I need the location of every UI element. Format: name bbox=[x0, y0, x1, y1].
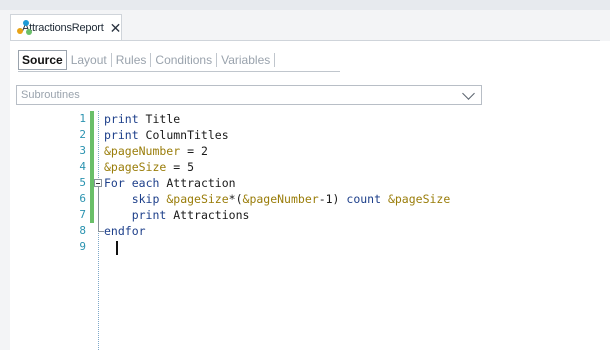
tab-variables[interactable]: Variables bbox=[217, 51, 274, 69]
code-line: 8 endfor bbox=[18, 223, 610, 239]
code-text[interactable]: skip &pageSize*(&pageNumber-1) count &pa… bbox=[104, 191, 451, 207]
code-line: 2 print ColumnTitles bbox=[18, 127, 610, 143]
collapse-toggle-icon[interactable] bbox=[94, 179, 102, 187]
code-text[interactable]: &pageNumber = 2 bbox=[104, 143, 208, 159]
line-number: 5 bbox=[79, 176, 86, 189]
subroutines-dropdown[interactable]: Subroutines bbox=[16, 85, 482, 105]
code-editor[interactable]: 1 print Title 2 print ColumnTitles 3 &pa… bbox=[18, 111, 610, 350]
code-text[interactable]: print ColumnTitles bbox=[104, 127, 229, 143]
changed-line-marker bbox=[90, 111, 94, 127]
changed-line-marker bbox=[90, 143, 94, 159]
document-tab-title: AttractionsReport bbox=[22, 21, 104, 34]
line-number: 2 bbox=[79, 128, 86, 141]
subroutines-dropdown-value: Subroutines bbox=[21, 89, 80, 101]
code-line: 3 &pageNumber = 2 bbox=[18, 143, 610, 159]
subtab-bar: Source Layout Rules Conditions Variables bbox=[18, 49, 276, 71]
subtab-divider bbox=[274, 53, 276, 67]
code-line: 9 bbox=[18, 239, 610, 255]
code-line: 7 print Attractions bbox=[18, 207, 610, 223]
tab-source[interactable]: Source bbox=[18, 50, 67, 70]
changed-line-marker bbox=[90, 159, 94, 175]
tab-rules[interactable]: Rules bbox=[112, 51, 151, 69]
line-number: 4 bbox=[79, 160, 86, 173]
subtab-underline bbox=[18, 71, 340, 72]
changed-line-marker bbox=[90, 191, 94, 207]
code-line: 5 For each Attraction bbox=[18, 175, 610, 191]
code-text[interactable]: print Title bbox=[104, 111, 180, 127]
title-strip bbox=[0, 0, 610, 10]
line-number: 1 bbox=[79, 112, 86, 125]
close-icon[interactable]: ✕ bbox=[110, 21, 122, 35]
code-line: 1 print Title bbox=[18, 111, 610, 127]
report-editor-window: AttractionsReport ✕ Source Layout Rules … bbox=[0, 0, 610, 350]
line-number: 7 bbox=[79, 208, 86, 221]
fold-guide bbox=[98, 187, 99, 231]
document-tab[interactable]: AttractionsReport ✕ bbox=[10, 14, 122, 40]
code-text[interactable]: &pageSize = 5 bbox=[104, 159, 194, 175]
code-line: 6 skip &pageSize*(&pageNumber-1) count &… bbox=[18, 191, 610, 207]
line-number: 9 bbox=[79, 240, 86, 253]
tab-layout[interactable]: Layout bbox=[67, 51, 111, 69]
tab-conditions[interactable]: Conditions bbox=[151, 51, 216, 69]
changed-line-marker bbox=[90, 207, 94, 223]
changed-line-marker bbox=[90, 127, 94, 143]
code-text[interactable]: For each Attraction bbox=[104, 175, 236, 191]
text-caret bbox=[116, 241, 118, 255]
line-number: 8 bbox=[79, 224, 86, 237]
chevron-down-icon[interactable] bbox=[462, 86, 475, 100]
code-line: 4 &pageSize = 5 bbox=[18, 159, 610, 175]
code-text[interactable]: print Attractions bbox=[104, 207, 250, 223]
line-number: 6 bbox=[79, 192, 86, 205]
editor-panel: Source Layout Rules Conditions Variables… bbox=[10, 41, 610, 350]
line-number: 3 bbox=[79, 144, 86, 157]
code-text[interactable]: endfor bbox=[104, 223, 146, 239]
